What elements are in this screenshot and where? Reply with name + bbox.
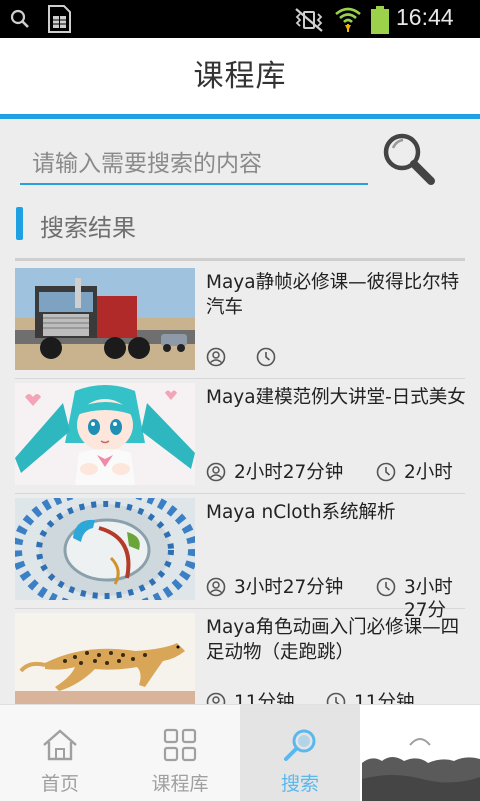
section-title: 搜索结果 xyxy=(40,214,136,242)
nav-item-search[interactable]: 搜索 xyxy=(240,705,360,801)
nav-label: 首页 xyxy=(40,773,79,795)
user-icon xyxy=(206,462,226,482)
thumbnail-image xyxy=(362,749,480,801)
course-title: Maya nCloth系统解析 xyxy=(206,502,396,523)
total-duration: 3小时27分钟 xyxy=(234,577,344,598)
clock-icon xyxy=(376,577,396,597)
total-duration: 2小时27分钟 xyxy=(234,462,344,483)
vibrate-mute-icon xyxy=(295,8,323,32)
search-icon xyxy=(284,729,316,761)
truck-image xyxy=(15,268,195,370)
home-icon xyxy=(43,729,77,761)
clock-icon xyxy=(256,347,276,367)
course-title: Maya角色动画入门必修课—四足动物（走跑跳） xyxy=(206,617,460,663)
clock-time: 16:44 xyxy=(396,4,454,30)
clock-icon xyxy=(376,462,396,482)
cheetah-image xyxy=(15,613,195,715)
nav-label: 课程库 xyxy=(151,773,209,795)
nav-label: 搜索 xyxy=(280,773,319,795)
chevron-up-icon xyxy=(409,738,431,746)
user-icon xyxy=(206,347,226,367)
status-bar: 16:44 xyxy=(0,0,480,38)
user-icon xyxy=(206,577,226,597)
list-item[interactable]: Maya nCloth系统解析 3小时27分钟 3小时27分 xyxy=(15,494,465,621)
course-title: Maya建模范例大讲堂-日式美女 xyxy=(206,387,466,408)
search-button[interactable] xyxy=(380,130,436,186)
nav-item-courses[interactable]: 课程库 xyxy=(120,705,240,801)
duration: 2小时 xyxy=(404,462,453,483)
nav-item-home[interactable]: 首页 xyxy=(0,705,120,801)
search-input[interactable] xyxy=(20,145,368,185)
result-list: Maya静帧必修课—彼得比尔特汽车 Maya建模范例大讲堂-日式美女 2小时27… xyxy=(15,264,466,724)
bottom-nav: 首页 课程库 搜索 xyxy=(0,704,480,801)
section-accent-bar xyxy=(16,207,23,240)
wifi-icon xyxy=(335,7,361,32)
title-bar: 课程库 xyxy=(0,38,480,119)
nav-item-more[interactable] xyxy=(360,705,480,801)
list-item[interactable]: Maya建模范例大讲堂-日式美女 2小时27分钟 2小时 xyxy=(15,379,466,494)
list-item[interactable]: Maya静帧必修课—彼得比尔特汽车 xyxy=(15,264,465,379)
course-title: Maya静帧必修课—彼得比尔特汽车 xyxy=(206,272,460,318)
page-title: 课程库 xyxy=(193,59,287,94)
sim-card-icon xyxy=(48,5,71,33)
search-icon xyxy=(10,9,29,28)
grid-icon xyxy=(163,728,197,762)
divider xyxy=(15,258,465,261)
cloth-tunnel-image xyxy=(15,498,195,600)
anime-girl-image xyxy=(15,383,195,485)
battery-icon xyxy=(371,6,389,34)
